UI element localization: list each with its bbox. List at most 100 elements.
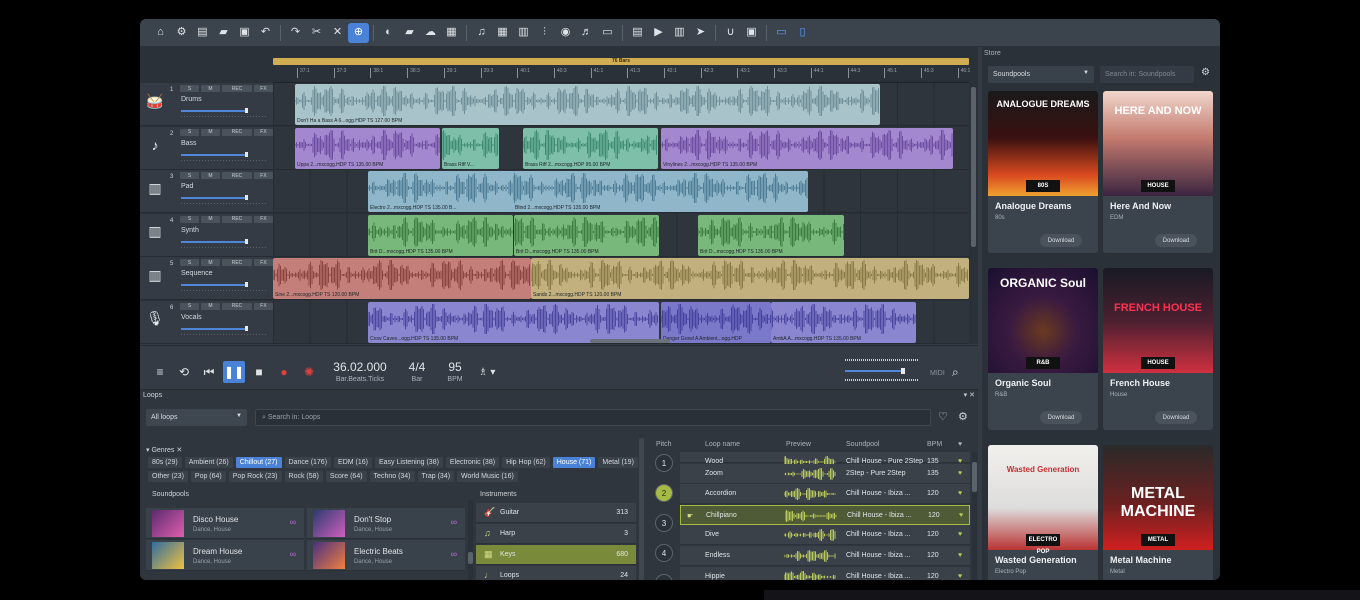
video-icon[interactable]: ▶ bbox=[648, 23, 669, 43]
audio-clip[interactable]: AmbA A...mxcogg.HDP TS 135.00 BPM bbox=[771, 301, 916, 343]
heart-icon[interactable]: ♥ bbox=[959, 512, 963, 519]
solo-button[interactable]: S bbox=[180, 302, 199, 310]
track-header-drums[interactable]: 🥁 1 S M REC FX Drums bbox=[140, 83, 273, 126]
loop-icon[interactable]: ⟲ bbox=[173, 361, 195, 383]
save-icon[interactable]: ▣ bbox=[234, 23, 255, 43]
piano-icon[interactable]: ▥ bbox=[513, 23, 534, 43]
heart-icon[interactable]: ♥ bbox=[958, 573, 962, 580]
mute-button[interactable]: M bbox=[201, 128, 220, 136]
track-name[interactable]: Pad bbox=[181, 183, 193, 190]
store-card-cover[interactable]: ORGANIC Soul R&B bbox=[988, 268, 1098, 373]
audio-clip[interactable]: Uppa 2...mxcogg.HDP TS 135.00 BPM bbox=[295, 127, 440, 169]
store-card[interactable]: FRENCH HOUSE HOUSE French House House Downlo… bbox=[1103, 268, 1213, 430]
loop-row[interactable]: Accordion Chill House - Ibiza ... 120 ♥ bbox=[680, 484, 970, 505]
volume-handle[interactable] bbox=[245, 151, 248, 157]
audio-clip[interactable]: Brit D...mxcogg.HDP TS 135.00 BPM bbox=[368, 214, 513, 256]
mute-button[interactable]: M bbox=[201, 172, 220, 179]
score-icon[interactable]: ♬ bbox=[576, 23, 597, 43]
download-button[interactable]: Download bbox=[1155, 234, 1197, 247]
volume-handle[interactable] bbox=[245, 282, 248, 287]
track-header-synth[interactable]: ▥ 4 S M REC FX Synth bbox=[140, 213, 273, 257]
track-header-bass[interactable]: ♪ 2 S M REC FX Bass bbox=[140, 126, 273, 170]
track-name[interactable]: Vocals bbox=[181, 314, 202, 321]
loop-row[interactable]: Endless Chill House - Ibiza ... 120 ♥ bbox=[680, 546, 970, 566]
track-volume-slider[interactable] bbox=[181, 325, 248, 331]
audio-clip[interactable]: Vinylines 2...mxcogg.HDP TS 135.00 BPM bbox=[661, 127, 953, 169]
tempo-display[interactable]: 95 bbox=[440, 360, 470, 374]
track-header-sequence[interactable]: ▥ 5 S M REC FX Sequence bbox=[140, 257, 273, 300]
store-card[interactable]: Wasted Generation ELECTRO POP Wasted Gener… bbox=[988, 445, 1098, 580]
store-category-dropdown[interactable]: Soundpools ▼ bbox=[988, 66, 1094, 83]
store-card-cover[interactable]: FRENCH HOUSE HOUSE bbox=[1103, 268, 1213, 373]
record-arm-button[interactable]: REC bbox=[222, 85, 252, 92]
audio-clip[interactable]: Sine 2...mxcogg.HDP TS 120.00 BPM bbox=[273, 258, 531, 299]
heart-icon[interactable]: ♥ bbox=[958, 490, 962, 497]
download-button[interactable]: Download bbox=[1040, 234, 1082, 247]
store-icon[interactable]: ▭ bbox=[597, 23, 618, 43]
solo-button[interactable]: S bbox=[180, 85, 199, 92]
fx-button[interactable]: FX bbox=[254, 259, 273, 266]
loop-row[interactable]: Dive Chill House - Ibiza ... 120 ♥ bbox=[680, 525, 970, 546]
fx-button[interactable]: FX bbox=[254, 215, 273, 223]
solo-button[interactable]: S bbox=[180, 215, 199, 223]
store-search-input[interactable]: Search in: Soundpools bbox=[1100, 66, 1194, 83]
new-file-icon[interactable]: ▤ bbox=[192, 23, 213, 43]
mute-button[interactable]: M bbox=[201, 85, 220, 92]
track-icon[interactable]: ▥ bbox=[669, 23, 690, 43]
record-arm-button[interactable]: REC bbox=[222, 172, 252, 179]
track-name[interactable]: Sequence bbox=[181, 270, 213, 277]
panel-icon[interactable]: ▭ bbox=[771, 23, 792, 43]
position-display[interactable]: 36.02.000 bbox=[330, 360, 390, 374]
play-icon[interactable]: ☛ bbox=[687, 512, 693, 520]
solo-button[interactable]: S bbox=[180, 259, 199, 266]
store-card[interactable]: HERE AND NOW HOUSE Here And Now EDM Download bbox=[1103, 91, 1213, 253]
store-card[interactable]: ORGANIC Soul R&B Organic Soul R&B Download bbox=[988, 268, 1098, 430]
mixer-icon[interactable]: ⫶ bbox=[534, 23, 555, 43]
solo-button[interactable]: S bbox=[180, 172, 199, 179]
fx-button[interactable]: FX bbox=[254, 172, 273, 179]
loops-filter-dropdown[interactable]: All loops ▼ bbox=[146, 409, 247, 426]
audio-clip[interactable]: Danger Growl A Ambient...ogg.HDP bbox=[661, 301, 771, 343]
fx-button[interactable]: FX bbox=[254, 85, 273, 92]
download-button[interactable]: Download bbox=[1040, 411, 1082, 424]
signature-display[interactable]: 4/4 bbox=[402, 360, 432, 374]
search-icon[interactable]: ⌕ bbox=[952, 365, 959, 380]
loop-name-column-header[interactable]: Loop name bbox=[705, 441, 740, 448]
keypad-icon[interactable]: ▦ bbox=[492, 23, 513, 43]
timeline-ruler[interactable]: 37:1 37:3 38:1 38:3 39:1 39:3 40:1 40:3 41:1 41:3… bbox=[273, 67, 970, 83]
track-volume-slider[interactable] bbox=[181, 238, 248, 244]
store-card[interactable]: METAL MACHINE METAL Metal Machine Metal bbox=[1103, 445, 1213, 580]
pitch-column-header[interactable]: Pitch bbox=[656, 441, 672, 448]
close-icon[interactable]: ▾ ✕ bbox=[964, 391, 975, 399]
folder-icon[interactable]: ▰ bbox=[399, 23, 420, 43]
favorite-icon[interactable]: ♡ bbox=[938, 410, 948, 423]
delete-icon[interactable]: ✕ bbox=[327, 23, 348, 43]
grid-icon[interactable]: ▦ bbox=[441, 23, 462, 43]
store-card-cover[interactable]: HERE AND NOW HOUSE bbox=[1103, 91, 1213, 196]
volume-handle[interactable] bbox=[245, 108, 248, 113]
record-arm-button[interactable]: REC bbox=[222, 302, 252, 310]
preview-column-header[interactable]: Preview bbox=[786, 441, 811, 448]
scissors-icon[interactable]: ✂ bbox=[306, 23, 327, 43]
gear-icon[interactable]: ⚙ bbox=[958, 410, 968, 423]
track-volume-slider[interactable] bbox=[181, 151, 248, 157]
open-folder-icon[interactable]: ▰ bbox=[213, 23, 234, 43]
fx-button[interactable]: FX bbox=[254, 128, 273, 136]
record-settings-icon[interactable]: ✺ bbox=[298, 361, 320, 383]
store-card-cover[interactable]: Wasted Generation ELECTRO POP bbox=[988, 445, 1098, 555]
track-header-pad[interactable]: ▥ 3 S M REC FX Pad bbox=[140, 170, 273, 213]
store-card-cover[interactable]: METAL MACHINE METAL bbox=[1103, 445, 1213, 550]
snap-icon[interactable]: ⊕ bbox=[348, 22, 369, 43]
loop-range-bar[interactable]: 76 Bars bbox=[273, 58, 969, 65]
pause-button[interactable]: ❚❚ bbox=[223, 361, 245, 383]
track-volume-slider[interactable] bbox=[181, 108, 248, 113]
rewind-button[interactable]: ⏮ bbox=[198, 361, 220, 383]
audio-clip[interactable]: Brass Riff V... bbox=[442, 127, 499, 169]
audio-clip[interactable]: Electro 2...mxcogg.HDP TS 135.00 B... bbox=[368, 171, 515, 212]
loops-scrollbar[interactable] bbox=[972, 452, 977, 580]
note-icon[interactable]: ♫ bbox=[471, 23, 492, 43]
record-mode-icon[interactable]: ◐ bbox=[378, 23, 399, 43]
sidebar-icon[interactable]: ▯ bbox=[792, 23, 813, 43]
master-volume-slider[interactable] bbox=[845, 368, 905, 374]
audio-clip[interactable]: Brit D...mxcogg.HDP TS 135.00 BPM bbox=[698, 214, 844, 256]
